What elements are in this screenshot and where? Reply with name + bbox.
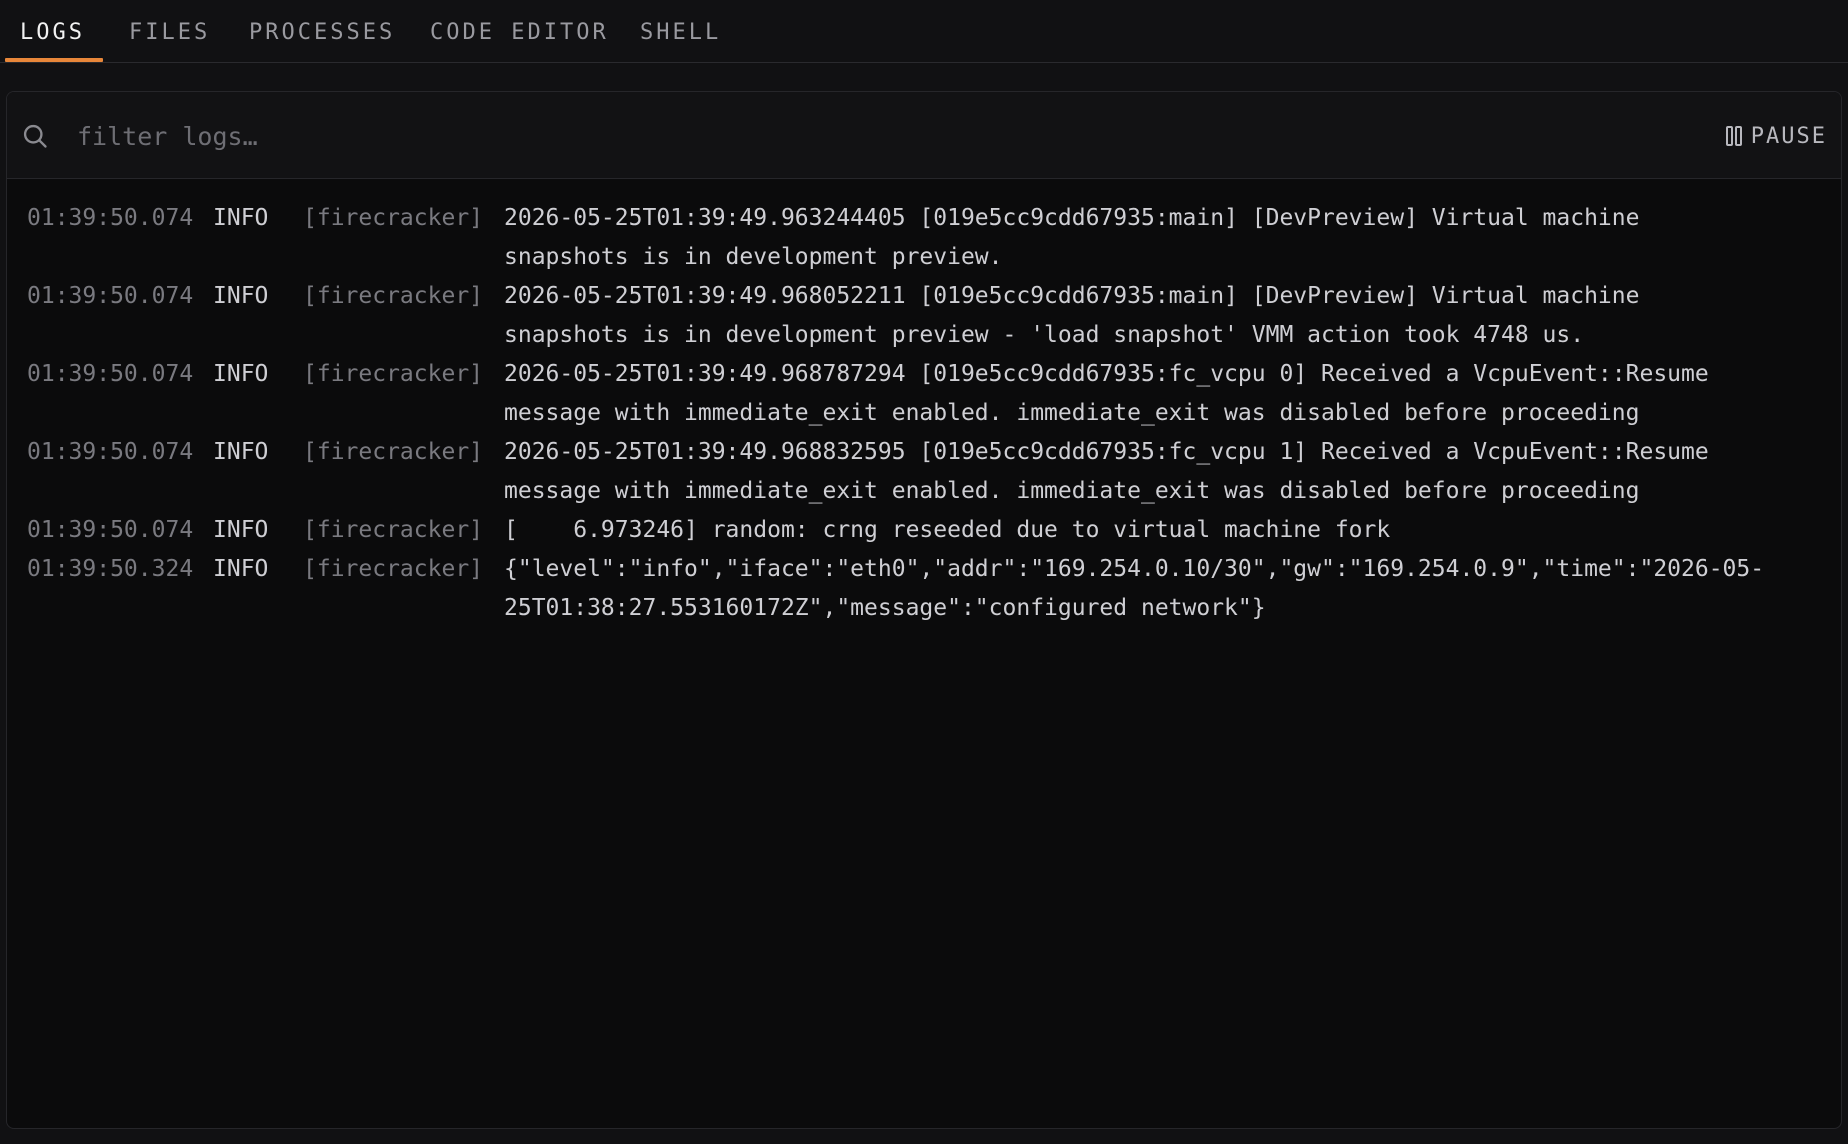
logs-panel: PAUSE 01:39:50.074 INFO [firecracker] 2026-… — [6, 91, 1842, 1129]
log-level: INFO — [213, 283, 269, 309]
log-message: 2026-05-25T01:39:49.968052211 [019e5cc9c… — [504, 277, 1824, 355]
log-source: [firecracker] — [303, 283, 484, 309]
log-message: [ 6.973246] random: crng reseeded due to… — [504, 511, 1824, 550]
search-icon — [23, 124, 47, 148]
log-level: INFO — [213, 556, 269, 582]
tab-processes[interactable]: PROCESSES — [249, 0, 395, 63]
log-message: 2026-05-25T01:39:49.968787294 [019e5cc9c… — [504, 355, 1824, 433]
log-timestamp: 01:39:50.074 — [27, 283, 194, 309]
log-source: [firecracker] — [303, 361, 484, 387]
log-timestamp: 01:39:50.074 — [27, 205, 194, 231]
log-list: 01:39:50.074 INFO [firecracker] 2026-05-25T… — [7, 199, 1841, 628]
tab-files[interactable]: FILES — [129, 0, 210, 63]
tab-bar: LOGS FILES PROCESSES CODE EDITOR SHELL — [0, 0, 1848, 63]
log-row: 01:39:50.074 INFO [firecracker] 2026-05-25T… — [7, 433, 1841, 511]
log-source: [firecracker] — [303, 517, 484, 543]
pause-icon — [1725, 126, 1742, 146]
log-message-line: 2026-05-25T01:39:49.963244405 [019e5cc9c… — [504, 205, 1640, 231]
log-message-line: snapshots is in development preview. — [504, 244, 1003, 270]
log-message-line: [ 6.973246] random: crng reseeded due to… — [504, 517, 1391, 543]
log-message-line: 2026-05-25T01:39:49.968832595 [019e5cc9c… — [504, 439, 1709, 465]
log-row: 01:39:50.074 INFO [firecracker] [ 6.973246]… — [7, 511, 1841, 550]
log-level: INFO — [213, 439, 269, 465]
log-row: 01:39:50.074 INFO [firecracker] 2026-05-25T… — [7, 277, 1841, 355]
log-level: INFO — [213, 517, 269, 543]
log-message: 2026-05-25T01:39:49.963244405 [019e5cc9c… — [504, 199, 1824, 277]
log-timestamp: 01:39:50.074 — [27, 361, 194, 387]
log-message: 2026-05-25T01:39:49.968832595 [019e5cc9c… — [504, 433, 1824, 511]
pause-label: PAUSE — [1750, 123, 1827, 149]
log-timestamp: 01:39:50.324 — [27, 556, 194, 582]
log-message-line: {"level":"info","iface":"eth0","addr":"1… — [504, 556, 1765, 582]
log-timestamp: 01:39:50.074 — [27, 517, 194, 543]
log-level: INFO — [213, 361, 269, 387]
log-source: [firecracker] — [303, 556, 484, 582]
filter-logs-input[interactable] — [77, 114, 1677, 158]
log-message-line: message with immediate_exit enabled. imm… — [504, 478, 1640, 504]
filter-bar: PAUSE — [7, 92, 1841, 179]
log-message-line: 2026-05-25T01:39:49.968787294 [019e5cc9c… — [504, 361, 1709, 387]
active-tab-indicator — [5, 58, 103, 62]
log-message: {"level":"info","iface":"eth0","addr":"1… — [504, 550, 1824, 628]
log-source: [firecracker] — [303, 439, 484, 465]
log-message-line: 25T01:38:27.553160172Z","message":"confi… — [504, 595, 1266, 621]
tab-code-editor[interactable]: CODE EDITOR — [430, 0, 609, 63]
log-message-line: 2026-05-25T01:39:49.968052211 [019e5cc9c… — [504, 283, 1640, 309]
log-row: 01:39:50.324 INFO [firecracker] {"level":"i… — [7, 550, 1841, 628]
log-message-line: message with immediate_exit enabled. imm… — [504, 400, 1640, 426]
log-level: INFO — [213, 205, 269, 231]
tab-shell[interactable]: SHELL — [640, 0, 721, 63]
pause-button[interactable]: PAUSE — [1725, 120, 1827, 152]
log-row: 01:39:50.074 INFO [firecracker] 2026-05-25T… — [7, 355, 1841, 433]
tab-logs[interactable]: LOGS — [20, 0, 85, 63]
log-row: 01:39:50.074 INFO [firecracker] 2026-05-25T… — [7, 199, 1841, 277]
log-message-line: snapshots is in development preview - 'l… — [504, 322, 1585, 348]
log-timestamp: 01:39:50.074 — [27, 439, 194, 465]
log-source: [firecracker] — [303, 205, 484, 231]
